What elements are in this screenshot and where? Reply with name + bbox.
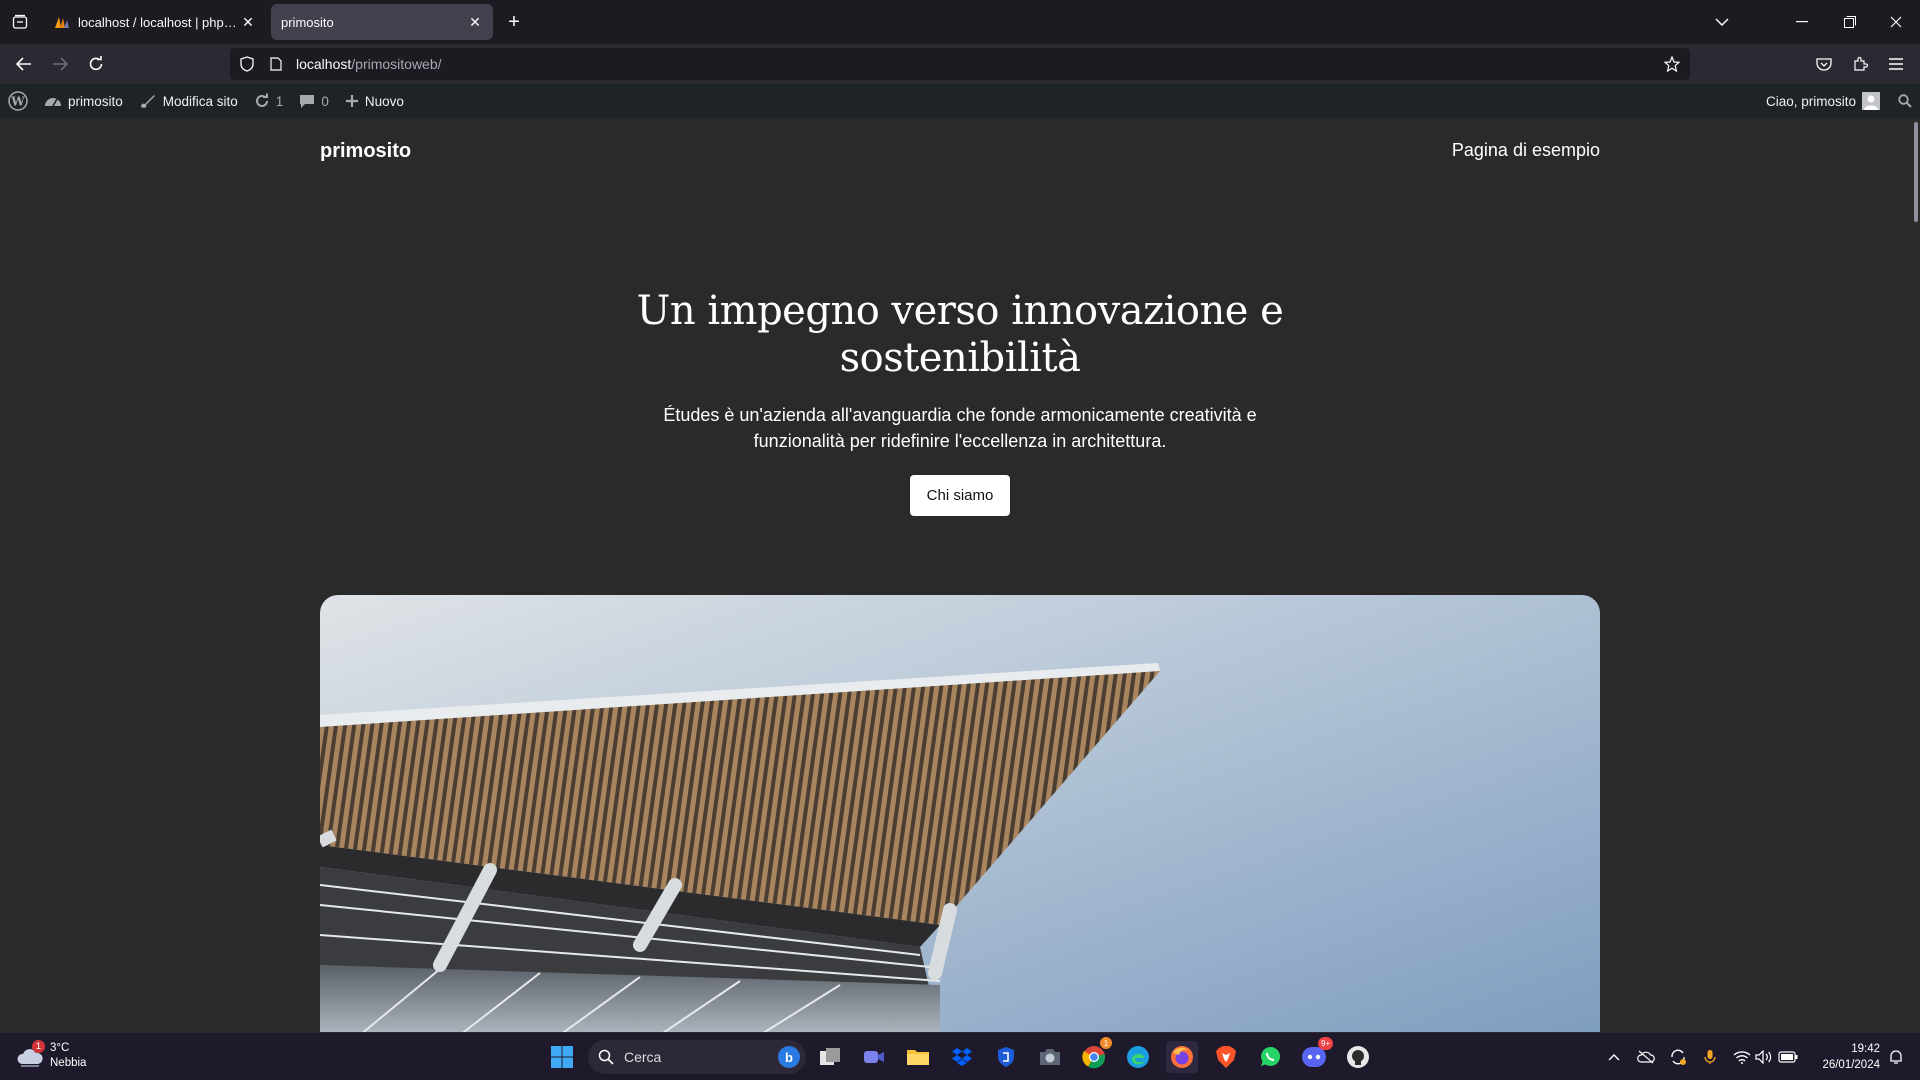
weather-text: 3°C Nebbia (50, 1041, 86, 1071)
task-view-icon[interactable] (814, 1041, 846, 1073)
plus-icon (345, 94, 359, 108)
firefox-icon[interactable] (1166, 1041, 1198, 1073)
shield-icon[interactable] (230, 56, 264, 72)
wp-updates-count: 1 (275, 93, 284, 109)
wp-updates-link[interactable]: 1 (246, 84, 292, 118)
hero-title: Un impegno verso innovazione e sostenibi… (636, 288, 1284, 381)
minimize-icon[interactable] (1790, 10, 1814, 34)
weather-condition: Nebbia (50, 1057, 87, 1069)
new-tab-icon[interactable]: + (502, 10, 526, 34)
tab-primosito[interactable]: primosito ✕ (271, 4, 493, 40)
wp-greeting: Ciao, primosito (1765, 93, 1856, 109)
microphone-icon[interactable] (1700, 1047, 1720, 1067)
page-content: primosito Pagina di esempio Un impegno v… (0, 118, 1920, 1032)
bookmark-star-icon[interactable] (1662, 54, 1682, 74)
comment-icon (299, 94, 315, 109)
wp-search-icon[interactable] (1888, 84, 1920, 118)
wp-customize-label: Modifica sito (162, 93, 238, 109)
search-icon (598, 1049, 614, 1065)
wp-site-name: primosito (68, 93, 123, 109)
url-path: /primositoweb/ (351, 56, 442, 72)
cloud-offline-icon[interactable] (1636, 1047, 1656, 1067)
browser-toolbar: localhost/primositoweb/ (0, 44, 1920, 84)
volume-icon[interactable] (1754, 1047, 1774, 1067)
chrome-badge: 1 (1100, 1037, 1112, 1049)
menu-icon[interactable] (1880, 48, 1912, 80)
avatar (1862, 92, 1880, 110)
back-icon[interactable] (8, 48, 40, 80)
wifi-icon[interactable] (1732, 1047, 1752, 1067)
url-text: localhost/primositoweb/ (296, 56, 442, 72)
notification-bell-icon[interactable] (1886, 1047, 1906, 1067)
discord-icon[interactable]: 9+ (1298, 1037, 1334, 1073)
taskbar-clock[interactable]: 19:42 26/01/2024 (1810, 1041, 1880, 1073)
dropbox-icon[interactable] (946, 1041, 978, 1073)
wp-account-link[interactable]: Ciao, primosito (1758, 84, 1888, 118)
pocket-icon[interactable] (1808, 48, 1840, 80)
vpn-shield-icon[interactable] (990, 1041, 1022, 1073)
close-tab-icon[interactable]: ✕ (467, 14, 483, 30)
close-tab-icon[interactable]: ✕ (240, 14, 256, 30)
nav-link-sample-page[interactable]: Pagina di esempio (1452, 140, 1600, 161)
search-placeholder: Cerca (624, 1049, 662, 1065)
address-bar[interactable]: localhost/primositoweb/ (230, 48, 1690, 80)
url-host: localhost (296, 56, 352, 72)
camera-icon[interactable] (1034, 1041, 1066, 1073)
site-title[interactable]: primosito (320, 140, 411, 163)
battery-icon[interactable] (1778, 1047, 1798, 1067)
teams-icon[interactable] (858, 1041, 890, 1073)
phpmyadmin-icon (54, 14, 70, 30)
file-explorer-icon[interactable] (902, 1041, 934, 1073)
discord-badge: 9+ (1318, 1037, 1334, 1050)
wp-comments-link[interactable]: 0 (291, 84, 337, 118)
brush-icon (139, 93, 157, 109)
tab-phpmyadmin[interactable]: localhost / localhost | phpMyAdmin ✕ (44, 4, 266, 40)
wordpress-logo-icon[interactable]: W (0, 84, 36, 118)
extensions-icon[interactable] (1844, 48, 1876, 80)
whatsapp-icon[interactable] (1254, 1041, 1286, 1073)
page-icon[interactable] (264, 57, 288, 71)
taskbar-search[interactable]: Cerca b (588, 1040, 806, 1074)
dashboard-icon (44, 94, 62, 108)
tray-chevron-up-icon[interactable] (1604, 1047, 1624, 1067)
restore-icon[interactable] (1838, 10, 1862, 34)
close-window-icon[interactable] (1884, 10, 1908, 34)
page-scrollbar[interactable] (1914, 122, 1918, 222)
tab-overflow-chevron-icon[interactable] (1710, 10, 1734, 34)
hero-text: Études è un'azienda all'avanguardia che … (663, 405, 1257, 451)
clock-date: 26/01/2024 (1822, 1059, 1880, 1071)
wp-admin-bar: W primosito Modifica sito 1 0 Nuovo Ciao… (0, 84, 1920, 118)
forward-icon[interactable] (44, 48, 76, 80)
sync-icon[interactable] (1668, 1047, 1688, 1067)
browser-tab-strip: localhost / localhost | phpMyAdmin ✕ pri… (0, 0, 1920, 44)
taskbar: 1 3°C Nebbia Cerca b 1 9+ 19:42 26/01/20… (0, 1032, 1920, 1080)
brave-icon[interactable] (1210, 1041, 1242, 1073)
svg-text:W: W (10, 95, 25, 109)
edge-icon[interactable] (1122, 1041, 1154, 1073)
tab-title: primosito (281, 14, 334, 30)
wp-comments-count: 0 (321, 93, 329, 109)
hero-building-image (320, 595, 1600, 1032)
clock-time: 19:42 (1851, 1043, 1880, 1055)
weather-temp: 3°C (50, 1042, 70, 1054)
about-us-button[interactable]: Chi siamo (910, 475, 1010, 516)
wp-new-label: Nuovo (364, 93, 404, 109)
wp-site-link[interactable]: primosito (36, 84, 131, 118)
chrome-icon[interactable]: 1 (1078, 1037, 1112, 1073)
weather-cloud-icon: 1 (16, 1040, 45, 1070)
windows-start-icon[interactable] (546, 1041, 578, 1073)
tab-title: localhost / localhost | phpMyAdmin (78, 14, 240, 30)
tab-list-icon[interactable] (8, 10, 32, 34)
updates-icon (254, 93, 270, 109)
github-desktop-icon[interactable] (1342, 1041, 1374, 1073)
bing-icon: b (778, 1046, 800, 1068)
weather-widget[interactable]: 1 3°C Nebbia (16, 1040, 86, 1071)
wp-new-link[interactable]: Nuovo (337, 84, 412, 118)
reload-icon[interactable] (80, 48, 112, 80)
weather-badge: 1 (32, 1040, 45, 1053)
wp-customize-link[interactable]: Modifica sito (131, 84, 246, 118)
